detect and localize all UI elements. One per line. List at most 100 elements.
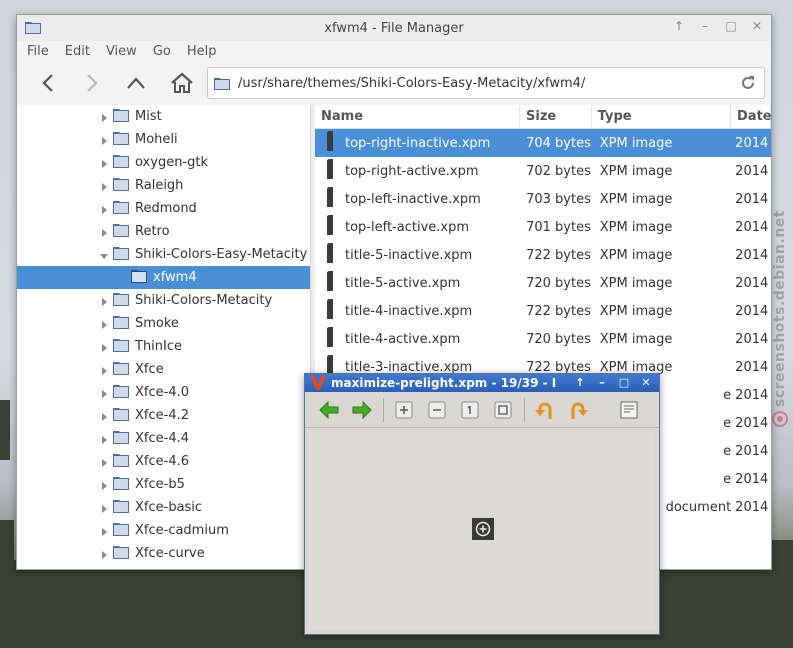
viewer-shade-button[interactable]: ↑ [571, 375, 589, 390]
file-name: title-5-inactive.xpm [345, 247, 473, 263]
viewer-close-button[interactable]: ✕ [637, 375, 655, 390]
expander-right-icon[interactable] [99, 135, 109, 145]
tree-item[interactable]: Xfce-4.6 [17, 450, 310, 473]
tree-item-label: Mist [135, 109, 162, 124]
file-row[interactable]: title-4-inactive.xpm 722 bytes XPM image 20… [315, 297, 771, 325]
tree-item[interactable]: oxygen-gtk [17, 151, 310, 174]
properties-button[interactable] [615, 397, 643, 423]
zoom-out-button[interactable] [423, 397, 451, 423]
file-manager-titlebar[interactable]: xfwm4 - File Manager ↑ – □ ✕ [17, 15, 771, 41]
location-bar[interactable]: /usr/share/themes/Shiki-Colors-Easy-Meta… [207, 67, 765, 99]
tree-item-label: Xfce-4.0 [135, 385, 189, 400]
minimize-button[interactable]: – [699, 19, 711, 33]
zoom-in-button[interactable] [390, 397, 418, 423]
expander-right-icon[interactable] [99, 411, 109, 421]
file-name: top-left-active.xpm [345, 219, 469, 235]
tree-item[interactable]: Xfce-b5 [17, 473, 310, 496]
tree-item[interactable]: ThinIce [17, 335, 310, 358]
viewer-maximize-button[interactable]: □ [615, 375, 633, 390]
next-image-button[interactable] [348, 397, 376, 423]
expander-right-icon[interactable] [99, 342, 109, 352]
menu-help[interactable]: Help [187, 44, 217, 59]
location-path[interactable]: /usr/share/themes/Shiki-Colors-Easy-Meta… [238, 76, 585, 91]
viewer-titlebar[interactable]: maximize-prelight.xpm - 19/39 - I ↑ – □ … [305, 374, 659, 392]
file-type: XPM image [599, 191, 673, 207]
expander-down-icon[interactable] [99, 250, 109, 260]
file-date: 2014 [735, 275, 769, 291]
back-button[interactable] [31, 67, 65, 99]
close-button[interactable]: ✕ [751, 19, 763, 33]
image-canvas[interactable] [309, 432, 655, 630]
zoom-fit-button[interactable] [489, 397, 517, 423]
xpm-file-icon [327, 243, 333, 267]
rotate-left-button[interactable] [531, 397, 559, 423]
folder-icon [25, 20, 41, 38]
expander-right-icon[interactable] [99, 181, 109, 191]
zoom-100-icon [461, 401, 479, 418]
tree-item[interactable]: Moheli [17, 128, 310, 151]
file-type: XPM image [599, 219, 673, 235]
column-name-header[interactable]: Name [315, 105, 520, 129]
column-type-header[interactable]: Type [592, 105, 731, 129]
expander-right-icon[interactable] [99, 296, 109, 306]
folder-tree[interactable]: Mist Moheli oxygen-gtk Raleigh Redmond Retro S… [17, 105, 311, 569]
expander-right-icon[interactable] [99, 319, 109, 329]
forward-button[interactable] [75, 67, 109, 99]
expander-right-icon[interactable] [99, 388, 109, 398]
tree-item[interactable]: Mist [17, 105, 310, 128]
zoom-out-icon [428, 401, 446, 418]
tree-item[interactable]: Shiki-Colors-Metacity [17, 289, 310, 312]
previous-image-button[interactable] [315, 397, 343, 423]
tree-item-label: Raleigh [135, 178, 184, 193]
menu-file[interactable]: File [27, 44, 49, 59]
maximize-button[interactable]: □ [725, 19, 737, 33]
expander-right-icon[interactable] [99, 457, 109, 467]
expander-right-icon[interactable] [99, 549, 109, 559]
file-row[interactable]: top-left-inactive.xpm 703 bytes XPM image 2… [315, 185, 771, 213]
tree-item[interactable]: Retro [17, 220, 310, 243]
file-date: 2014 [735, 163, 769, 179]
file-row[interactable]: top-right-active.xpm 702 bytes XPM image 20… [315, 157, 771, 185]
expander-right-icon[interactable] [99, 480, 109, 490]
file-row[interactable]: title-5-active.xpm 720 bytes XPM image 2014 [315, 269, 771, 297]
tree-item[interactable]: Raleigh [17, 174, 310, 197]
expander-right-icon[interactable] [99, 158, 109, 168]
column-date-header[interactable]: Date [731, 105, 771, 129]
tree-item[interactable]: Xfce-4.4 [17, 427, 310, 450]
tree-item[interactable]: Xfce [17, 358, 310, 381]
menu-edit[interactable]: Edit [65, 44, 90, 59]
file-size: 702 bytes [526, 163, 591, 179]
up-button[interactable] [119, 67, 153, 99]
expander-right-icon[interactable] [99, 434, 109, 444]
shade-button[interactable]: ↑ [673, 19, 685, 33]
tree-item[interactable]: Xfce-curve [17, 542, 310, 565]
column-size-header[interactable]: Size [520, 105, 592, 129]
file-name: top-right-inactive.xpm [345, 135, 491, 151]
menu-go[interactable]: Go [153, 44, 171, 59]
file-row[interactable]: title-5-inactive.xpm 722 bytes XPM image 20… [315, 241, 771, 269]
tree-item[interactable]: Shiki-Colors-Easy-Metacity [17, 243, 310, 266]
tree-item[interactable]: Xfce-cadmium [17, 519, 310, 542]
home-button[interactable] [165, 67, 199, 99]
zoom-normal-button[interactable] [456, 397, 484, 423]
expander-right-icon[interactable] [99, 204, 109, 214]
tree-item[interactable]: Redmond [17, 197, 310, 220]
rotate-right-button[interactable] [564, 397, 592, 423]
tree-item[interactable]: Smoke [17, 312, 310, 335]
file-row[interactable]: top-right-inactive.xpm 704 bytes XPM image… [315, 129, 771, 157]
file-row[interactable]: top-left-active.xpm 701 bytes XPM image 201… [315, 213, 771, 241]
expander-right-icon[interactable] [99, 503, 109, 513]
tree-item[interactable]: Xfce-4.0 [17, 381, 310, 404]
expander-right-icon[interactable] [99, 112, 109, 122]
file-row[interactable]: title-4-active.xpm 720 bytes XPM image 2014 [315, 325, 771, 353]
tree-item[interactable]: Xfce-basic [17, 496, 310, 519]
menu-view[interactable]: View [106, 44, 137, 59]
tree-item[interactable]: Xfce-4.2 [17, 404, 310, 427]
expander-right-icon[interactable] [99, 365, 109, 375]
expander-right-icon[interactable] [99, 526, 109, 536]
reload-icon[interactable] [740, 75, 756, 95]
expander-right-icon[interactable] [99, 227, 109, 237]
tree-item[interactable]: xfwm4 [17, 266, 310, 289]
viewer-minimize-button[interactable]: – [593, 375, 611, 390]
folder-icon [113, 223, 129, 241]
